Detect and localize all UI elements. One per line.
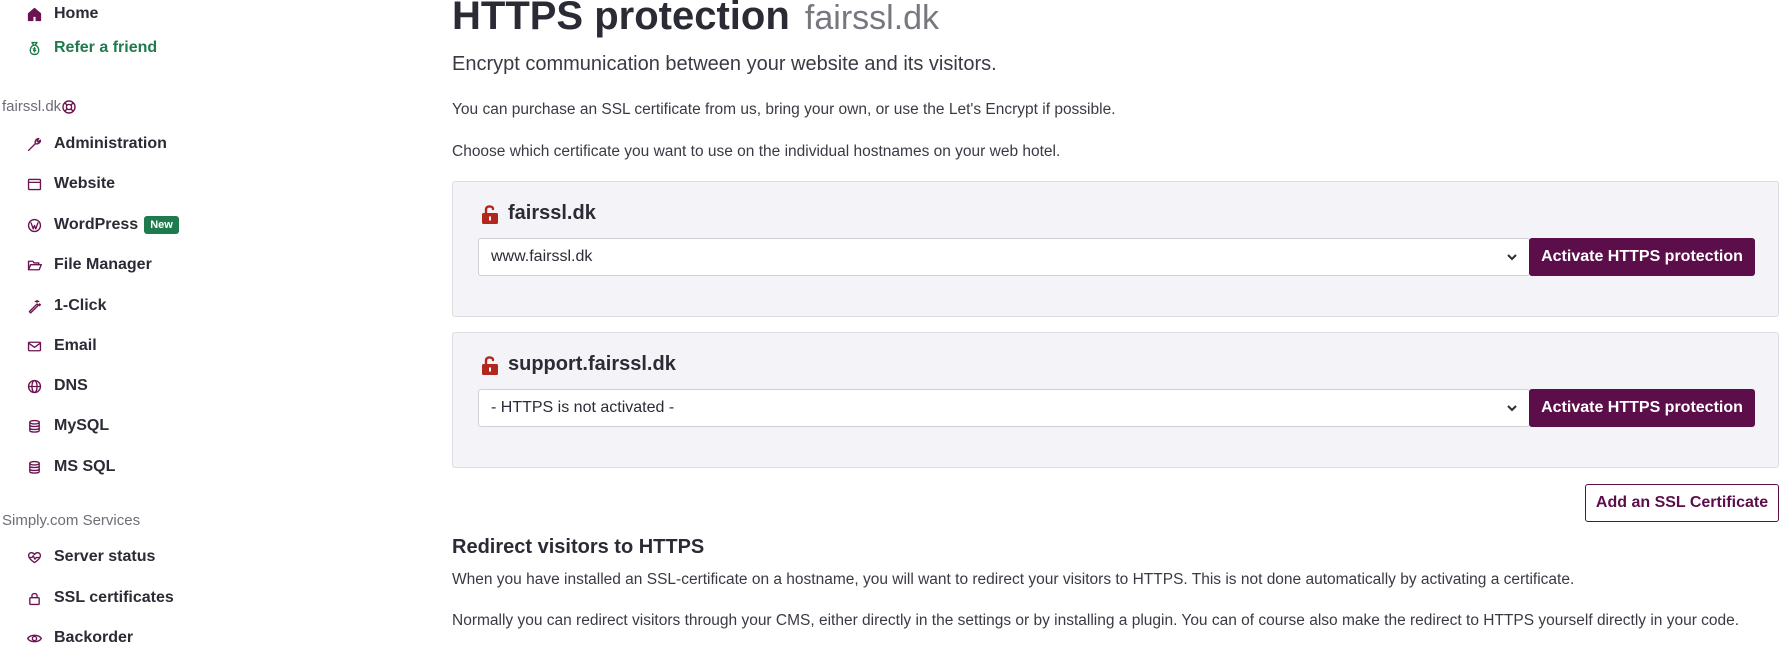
certificate-select[interactable]: www.fairssl.dk: [478, 238, 1530, 276]
sidebar-item-ms-sql[interactable]: MS SQL: [24, 453, 115, 481]
sidebar-item-dns[interactable]: DNS: [24, 372, 88, 400]
sidebar-item-label: File Manager: [54, 256, 152, 273]
sidebar-item-email[interactable]: Email: [24, 332, 97, 360]
sidebar-item-ssl-certificates[interactable]: SSL certificates: [24, 584, 174, 612]
redirect-heading: Redirect visitors to HTTPS: [452, 536, 705, 558]
sidebar-item-label: SSL certificates: [54, 589, 174, 606]
sidebar-item-website[interactable]: Website: [24, 170, 115, 198]
chevron-down-icon: [1505, 401, 1519, 415]
sidebar-item-label: Website: [54, 175, 116, 192]
sidebar-item-label: WordPress: [54, 216, 139, 233]
chevron-down-icon: [1505, 250, 1519, 264]
intro-paragraph-1: You can purchase an SSL certificate from…: [452, 101, 1116, 118]
page-subtitle: Encrypt communication between your websi…: [452, 53, 997, 75]
sidebar-item-wordpress[interactable]: WordPress New: [24, 211, 179, 239]
certificate-select-value: www.fairssl.dk: [491, 248, 593, 265]
hostname-label: fairssl.dk: [508, 202, 596, 224]
sidebar-item-label: 1-Click: [54, 297, 107, 314]
account-section-title: fairssl.dk: [2, 98, 76, 115]
sidebar-item-backorder[interactable]: Backorder: [24, 624, 133, 652]
certificate-select[interactable]: - HTTPS is not activated -: [478, 389, 1530, 427]
eye-icon: [24, 628, 44, 648]
browser-window-icon: [24, 174, 44, 194]
money-bag-icon: [24, 38, 44, 58]
hostname-card: support.fairssl.dk - HTTPS is not activa…: [452, 332, 1779, 468]
sidebar-item-label: Refer a friend: [54, 39, 158, 56]
sidebar-item-server-status[interactable]: Server status: [24, 543, 155, 571]
hostname-heading: fairssl.dk: [480, 202, 596, 225]
account-name: fairssl.dk: [2, 98, 62, 115]
hostname-heading: support.fairssl.dk: [480, 353, 676, 376]
sidebar-item-1-click[interactable]: 1-Click: [24, 292, 106, 320]
services-section-title: Simply.com Services: [2, 512, 141, 529]
sidebar-item-label: MySQL: [54, 417, 110, 434]
main-content: HTTPS protection fairssl.dk Encrypt comm…: [452, 0, 1779, 656]
hostname-card: fairssl.dk www.fairssl.dk Activate HTTPS…: [452, 181, 1779, 317]
certificate-select-value: - HTTPS is not activated -: [491, 399, 675, 416]
sidebar-item-label: DNS: [54, 377, 88, 394]
wrench-icon: [24, 134, 44, 154]
sidebar-item-administration[interactable]: Administration: [24, 130, 167, 158]
database-icon: [24, 457, 44, 477]
sidebar-item-home[interactable]: Home: [24, 0, 98, 28]
sidebar-item-file-manager[interactable]: File Manager: [24, 251, 152, 279]
sidebar-item-label: Administration: [54, 135, 167, 152]
page-title-domain: fairssl.dk: [804, 0, 940, 37]
page-title-text: HTTPS protection: [452, 0, 790, 38]
envelope-icon: [24, 336, 44, 356]
unlocked-padlock-icon: [480, 203, 500, 225]
sidebar-item-mysql[interactable]: MySQL: [24, 412, 109, 440]
redirect-paragraph-2: Normally you can redirect visitors throu…: [452, 612, 1740, 629]
redirect-paragraph-1: When you have installed an SSL-certifica…: [452, 571, 1575, 588]
new-badge: New: [144, 216, 179, 234]
home-icon: [24, 4, 44, 24]
sidebar-item-label: Backorder: [54, 629, 134, 646]
sidebar-item-refer-a-friend[interactable]: Refer a friend: [24, 34, 157, 62]
lifebuoy-icon[interactable]: [62, 99, 76, 114]
activate-https-button[interactable]: Activate HTTPS protection: [1529, 389, 1755, 427]
lock-icon: [24, 588, 44, 608]
magic-wand-icon: [24, 296, 44, 316]
sidebar-item-label: Home: [54, 5, 99, 22]
add-ssl-certificate-button[interactable]: Add an SSL Certificate: [1585, 484, 1779, 522]
sidebar-item-label: Server status: [54, 548, 156, 565]
sidebar-item-label: MS SQL: [54, 458, 116, 475]
activate-https-button[interactable]: Activate HTTPS protection: [1529, 238, 1755, 276]
unlocked-padlock-icon: [480, 354, 500, 376]
intro-paragraph-2: Choose which certificate you want to use…: [452, 143, 1061, 160]
folder-open-icon: [24, 255, 44, 275]
heart-pulse-icon: [24, 547, 44, 567]
sidebar: Home Refer a friend fairssl.dk Administr…: [0, 0, 420, 656]
database-icon: [24, 416, 44, 436]
page-title: HTTPS protection fairssl.dk: [452, 0, 939, 39]
wordpress-icon: [24, 215, 44, 235]
sidebar-item-label: Email: [54, 337, 97, 354]
hostname-label: support.fairssl.dk: [508, 353, 676, 375]
globe-icon: [24, 376, 44, 396]
